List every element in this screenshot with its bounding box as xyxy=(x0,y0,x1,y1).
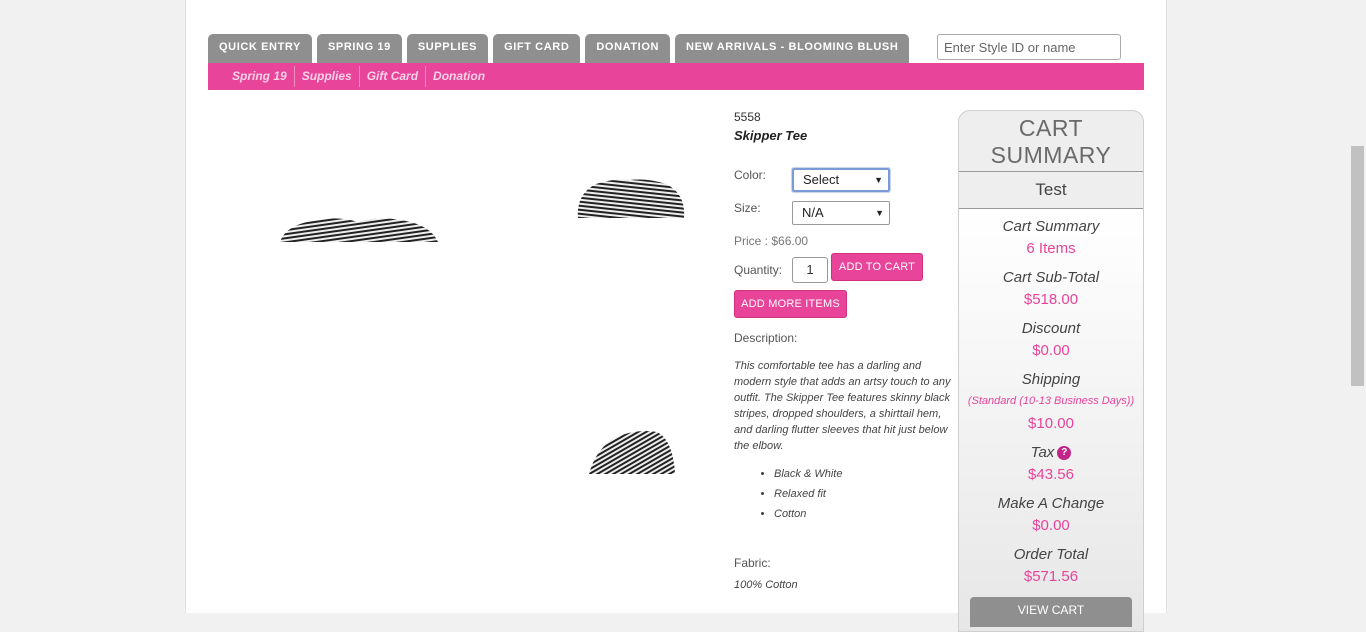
cart-user-name: Test xyxy=(1035,180,1067,199)
scrollbar-thumb[interactable] xyxy=(1351,146,1364,386)
fabric-value: 100% Cotton xyxy=(734,579,798,591)
quantity-input[interactable]: 1 xyxy=(792,257,828,283)
tab-supplies[interactable]: SUPPLIES xyxy=(406,34,489,63)
discount-label: Discount xyxy=(1021,320,1081,337)
make-change-label: Make A Change xyxy=(997,495,1105,512)
description-label: Description: xyxy=(734,331,798,345)
make-change-value: $0.00 xyxy=(1032,517,1070,534)
subtotal-value: $518.00 xyxy=(1023,291,1079,308)
tab-gift-card[interactable]: GIFT CARD xyxy=(493,34,581,63)
color-select[interactable]: Select ▼ xyxy=(791,167,891,193)
view-cart-button[interactable]: VIEW CART xyxy=(970,597,1132,627)
product-image-alt-2[interactable] xyxy=(587,428,679,476)
product-price: Price : $66.00 xyxy=(734,234,809,248)
cart-items-count: 6 Items xyxy=(1026,240,1076,257)
discount-value: $0.00 xyxy=(1032,342,1070,359)
size-select-value: N/A xyxy=(802,205,824,220)
subnav-spring-19[interactable]: Spring 19 xyxy=(224,66,294,87)
page-container: QUICK ENTRY SPRING 19 SUPPLIES GIFT CARD… xyxy=(185,0,1167,632)
size-select[interactable]: N/A ▼ xyxy=(792,201,890,225)
cart-summary-title: CART SUMMARY xyxy=(990,115,1112,168)
help-icon[interactable]: ? xyxy=(1057,446,1072,461)
list-item: Cotton xyxy=(774,507,842,527)
feature-list: Black & White Relaxed fit Cotton xyxy=(758,467,842,527)
cart-details: Cart Summary 6 Items Cart Sub-Total $518… xyxy=(959,209,1143,631)
order-total-value: $571.56 xyxy=(1023,568,1079,585)
category-tabs: QUICK ENTRY SPRING 19 SUPPLIES GIFT CARD… xyxy=(208,34,910,63)
subnav-donation[interactable]: Donation xyxy=(425,66,492,87)
product-description: This comfortable tee has a darling and m… xyxy=(734,360,951,452)
product-image-main[interactable] xyxy=(278,210,440,246)
order-total-label: Order Total xyxy=(1013,546,1089,563)
list-item: Black & White xyxy=(774,467,842,487)
cart-summary-label: Cart Summary xyxy=(1002,218,1100,235)
dropdown-arrow-icon: ▼ xyxy=(874,175,883,185)
product-image-alt-1[interactable] xyxy=(574,176,688,220)
quantity-label: Quantity: xyxy=(734,263,783,277)
color-select-value: Select xyxy=(803,172,840,187)
tax-value: $43.56 xyxy=(1028,466,1074,483)
tab-donation[interactable]: DONATION xyxy=(585,34,671,63)
product-sku: 5558 xyxy=(734,110,761,124)
subnav-gift-card[interactable]: Gift Card xyxy=(358,66,425,87)
tax-row: Tax? xyxy=(959,444,1143,461)
tab-quick-entry[interactable]: QUICK ENTRY xyxy=(208,34,312,63)
tab-new-arrivals[interactable]: NEW ARRIVALS - BLOOMING BLUSH xyxy=(675,34,910,63)
dropdown-arrow-icon: ▼ xyxy=(875,208,884,218)
tax-label: Tax xyxy=(1030,444,1055,461)
subtotal-label: Cart Sub-Total xyxy=(1002,269,1100,286)
fabric-label: Fabric: xyxy=(734,556,771,570)
tab-spring-19[interactable]: SPRING 19 xyxy=(316,34,402,63)
add-to-cart-button[interactable]: ADD TO CART xyxy=(831,253,923,281)
shipping-method: (Standard (10-13 Business Days)) xyxy=(967,395,1135,407)
product-name: Skipper Tee xyxy=(734,128,808,143)
list-item: Relaxed fit xyxy=(774,487,842,507)
sub-navigation: Spring 19 Supplies Gift Card Donation xyxy=(208,63,1144,90)
shipping-label: Shipping xyxy=(1021,371,1081,388)
divider xyxy=(959,171,1143,172)
subnav-supplies[interactable]: Supplies xyxy=(293,66,359,87)
size-label: Size: xyxy=(734,201,761,215)
shipping-value: $10.00 xyxy=(1028,415,1074,432)
cart-summary-panel: CART SUMMARY Test Cart Summary 6 Items C… xyxy=(958,110,1144,632)
color-label: Color: xyxy=(734,168,767,182)
add-more-items-button[interactable]: ADD MORE ITEMS xyxy=(734,290,847,318)
scrollbar[interactable] xyxy=(1349,0,1366,613)
style-search-input[interactable] xyxy=(937,34,1121,60)
